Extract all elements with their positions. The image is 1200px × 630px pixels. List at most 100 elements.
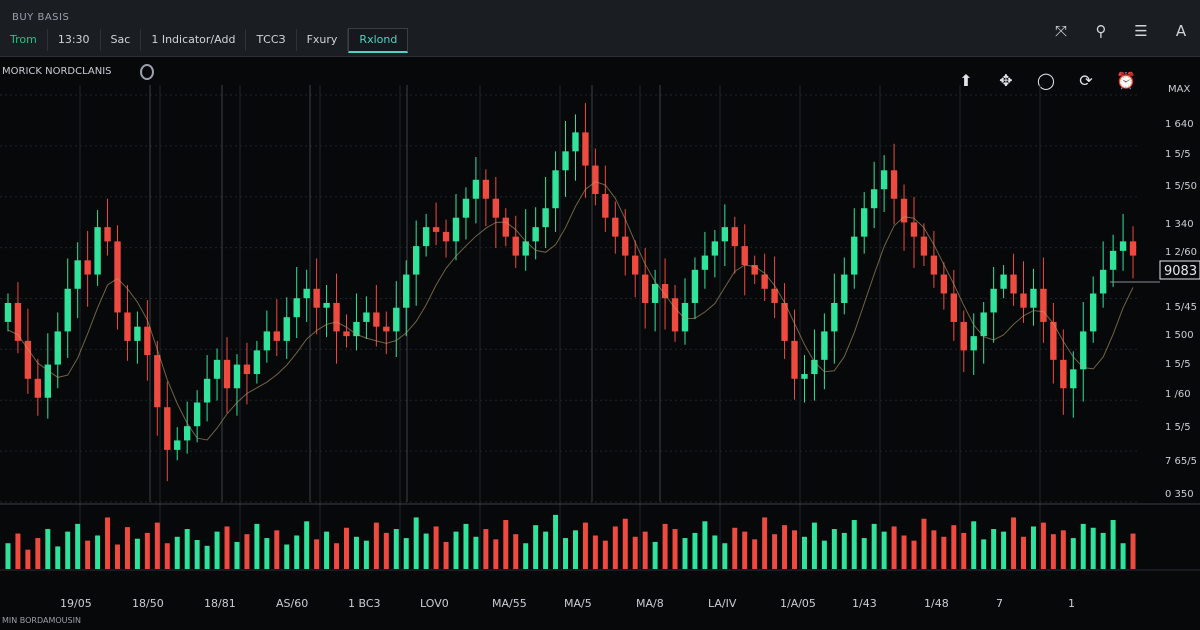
x-tick-label: LA/IV	[708, 597, 737, 610]
volume-bar	[204, 545, 210, 569]
candle-body	[502, 217, 509, 237]
candle-body	[1080, 331, 1087, 370]
toolbar-item-6[interactable]: Rxlond	[348, 27, 409, 53]
volume-bar	[951, 525, 957, 569]
toolbar-item-1[interactable]: 13:30	[48, 29, 101, 51]
account-icon[interactable]: A	[1170, 20, 1192, 42]
volume-bar	[1001, 531, 1007, 569]
x-tick-label: 1/A/05	[780, 597, 816, 610]
volume-bar	[503, 520, 509, 569]
candle-body	[641, 274, 649, 303]
volume-bar	[572, 530, 578, 569]
toolbar-item-4[interactable]: ТССЗ	[246, 29, 297, 51]
candle-body	[74, 260, 81, 289]
volume-bar	[224, 526, 230, 569]
toolbar-item-0[interactable]: Trom	[0, 29, 48, 51]
price-tag-value: 9083	[1164, 264, 1197, 279]
volume-bar	[45, 529, 51, 569]
candle-body	[532, 227, 539, 242]
candle-body	[542, 208, 549, 228]
candle-body	[432, 227, 440, 232]
volume-bar	[821, 540, 827, 569]
volume-bar	[891, 526, 897, 569]
y-tick-label: 1 2/60	[1165, 247, 1197, 258]
volume-bar	[543, 531, 549, 569]
volume-bar	[712, 535, 718, 569]
toolbar-item-2[interactable]: Sac	[101, 29, 142, 51]
volume-bar	[1130, 533, 1136, 569]
x-tick-label: 1 BC3	[348, 597, 381, 610]
candle-body	[1070, 369, 1077, 389]
candle-body	[174, 440, 181, 450]
volume-bar	[841, 532, 847, 569]
volume-bar	[732, 527, 738, 569]
search-icon[interactable]: ⚲	[1090, 20, 1112, 42]
y-tick-label: 1 500	[1165, 330, 1194, 341]
candle-body	[393, 307, 400, 332]
candle-body	[273, 331, 280, 341]
candle-body	[34, 378, 42, 398]
volume-bar	[752, 539, 758, 569]
volume-bar	[901, 535, 907, 569]
toolbar-item-5[interactable]: Fxury	[297, 29, 349, 51]
candle-body	[44, 364, 51, 398]
volume-bar	[782, 525, 788, 569]
candlestick-chart[interactable]: MAX 1 640 1 5/5 1 5/50 1 340 1 2/60 1 5/45 1 50…	[0, 57, 1200, 630]
volume-bar	[1050, 534, 1056, 569]
candle-body	[741, 246, 748, 266]
candle-body	[333, 302, 340, 332]
candle-body	[970, 336, 977, 351]
volume-bar	[105, 517, 111, 569]
candle-body	[482, 179, 490, 199]
candle-body	[612, 217, 619, 237]
volume-bar	[55, 546, 61, 569]
candle-body	[4, 302, 12, 322]
volume-bar	[871, 523, 877, 569]
y-tick-label: 1 5/5	[1165, 149, 1191, 160]
volume-bar	[473, 536, 479, 569]
candle-body	[184, 426, 191, 441]
candle-body	[363, 312, 370, 322]
candle-body	[910, 222, 918, 237]
volume-bar	[234, 541, 240, 569]
candle-body	[223, 359, 231, 389]
volume-bar	[1120, 543, 1126, 569]
candle-body	[731, 227, 738, 247]
volume-bar	[792, 530, 798, 569]
volume-bar	[513, 534, 519, 569]
x-tick-label: 18/81	[204, 597, 236, 610]
x-tick-label: 18/50	[132, 597, 164, 610]
y-tick-label: 1 340	[1165, 219, 1194, 230]
candle-body	[870, 189, 878, 209]
candle-body	[472, 179, 480, 199]
volume-bar	[294, 535, 300, 569]
volume-bar	[612, 526, 618, 569]
candle-body	[512, 236, 519, 256]
volume-bar	[75, 523, 81, 569]
candle-body	[602, 193, 609, 218]
volume-bar	[413, 517, 419, 569]
max-label: MAX	[1168, 84, 1190, 95]
crosshair-icon[interactable]: ⤧	[1050, 20, 1072, 42]
volume-bar	[931, 530, 937, 569]
volume-bar	[1070, 538, 1076, 569]
volume-bar	[622, 518, 628, 569]
volume-bar	[1080, 523, 1086, 569]
candle-body	[1000, 274, 1007, 289]
toolbar-items: Trom 13:30 Sac 1 Indicator/Add ТССЗ Fxury Rxlo…	[0, 27, 409, 53]
candle-body	[632, 255, 639, 275]
candle-body	[492, 198, 500, 218]
candle-body	[721, 227, 729, 242]
volume-bar	[115, 544, 120, 569]
volume-bar	[1011, 517, 1017, 569]
volume-bar	[443, 541, 449, 569]
volume-bar	[592, 535, 598, 569]
menu-icon[interactable]: ☰	[1130, 20, 1152, 42]
volume-bar	[722, 543, 728, 569]
volume-bar	[652, 541, 658, 569]
candle-body	[681, 302, 689, 332]
toolbar-item-3[interactable]: 1 Indicator/Add	[141, 29, 247, 51]
volume-bar	[95, 535, 101, 569]
volume-bar	[851, 520, 857, 569]
candle-body	[592, 165, 599, 194]
